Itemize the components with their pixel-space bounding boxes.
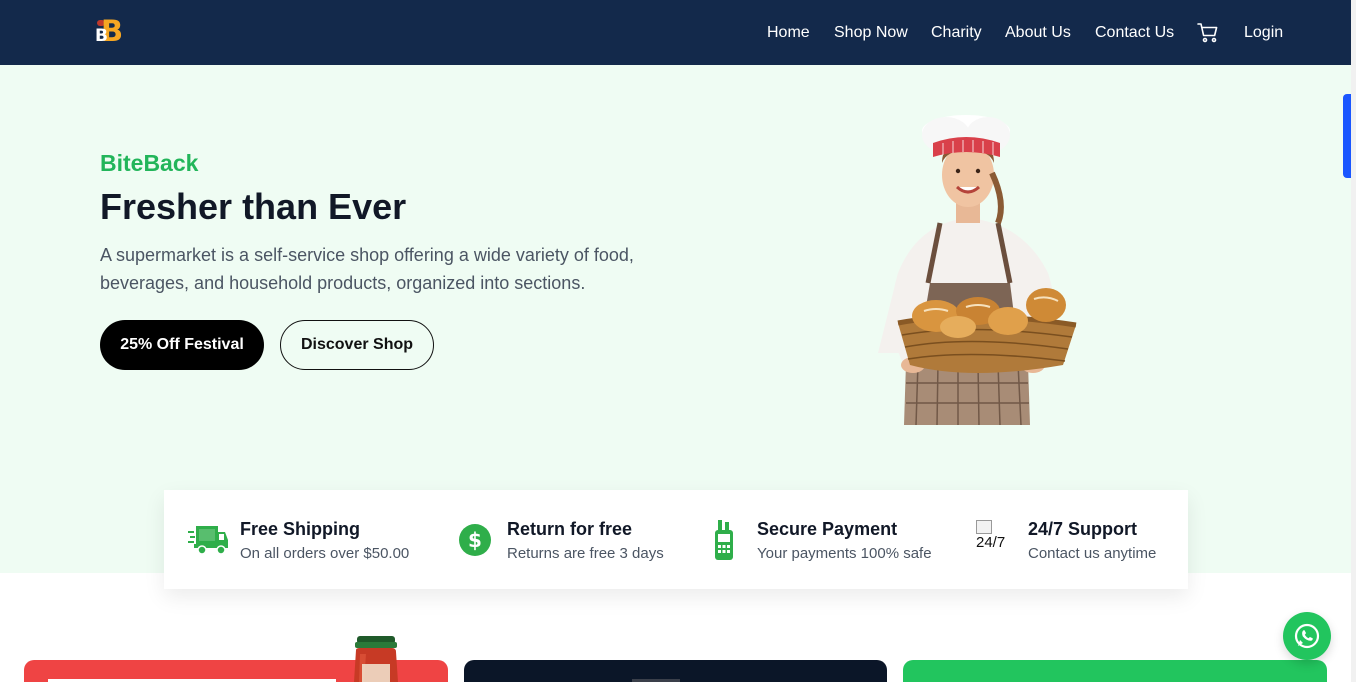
hero-description: A supermarket is a self-service shop off… xyxy=(100,245,634,293)
sauce-jar-image xyxy=(354,636,398,682)
dollar-circle-icon: $ xyxy=(459,524,491,556)
feature-subtitle-secure-payment: Your payments 100% safe xyxy=(757,545,932,562)
features-bar: Free Shipping On all orders over $50.00 … xyxy=(164,490,1188,589)
side-scroll-indicator[interactable] xyxy=(1343,94,1351,178)
delivery-truck-icon xyxy=(188,526,228,555)
navbar: B B Home Shop Now Charity About Us Conta… xyxy=(0,0,1351,65)
nav-login[interactable]: Login xyxy=(1244,22,1283,44)
festival-offer-button[interactable]: 25% Off Festival xyxy=(100,320,264,370)
cart-icon[interactable] xyxy=(1197,22,1219,44)
hero-chef-image xyxy=(878,115,1077,425)
hero-headline: Fresher than Ever xyxy=(100,186,407,227)
feature-subtitle-free-shipping: On all orders over $50.00 xyxy=(240,545,410,562)
whatsapp-button[interactable] xyxy=(1283,612,1331,660)
support-icon: 24/7 xyxy=(976,520,1012,560)
whatsapp-icon xyxy=(1294,623,1320,649)
brand-logo[interactable]: B B xyxy=(95,16,125,48)
feature-title-support: 24/7 Support xyxy=(1028,519,1138,539)
discover-shop-button[interactable]: Discover Shop xyxy=(280,320,434,370)
nav-home[interactable]: Home xyxy=(767,22,810,44)
page-scrollbar[interactable] xyxy=(1351,0,1356,682)
support-image-alt: 24/7 xyxy=(976,534,1006,551)
payment-terminal-icon xyxy=(715,520,733,560)
svg-text:$: $ xyxy=(468,528,482,552)
hero-brand: BiteBack xyxy=(100,150,199,176)
logo-letter-small-b: B xyxy=(95,26,108,46)
feature-subtitle-return: Returns are free 3 days xyxy=(507,545,664,562)
feature-title-return: Return for free xyxy=(507,519,633,539)
feature-subtitle-support: Contact us anytime xyxy=(1028,545,1157,562)
feature-title-secure-payment: Secure Payment xyxy=(757,519,898,539)
nav-about-us[interactable]: About Us xyxy=(1005,22,1071,44)
broken-image-icon xyxy=(976,520,992,534)
promo-card-green[interactable] xyxy=(903,660,1327,682)
hero-section: BiteBack Fresher than Ever A supermarket… xyxy=(0,65,1351,589)
feature-title-free-shipping: Free Shipping xyxy=(240,519,361,539)
nav-contact-us[interactable]: Contact Us xyxy=(1095,22,1174,44)
nav-shop-now[interactable]: Shop Now xyxy=(834,22,908,44)
nav-charity[interactable]: Charity xyxy=(931,22,982,44)
